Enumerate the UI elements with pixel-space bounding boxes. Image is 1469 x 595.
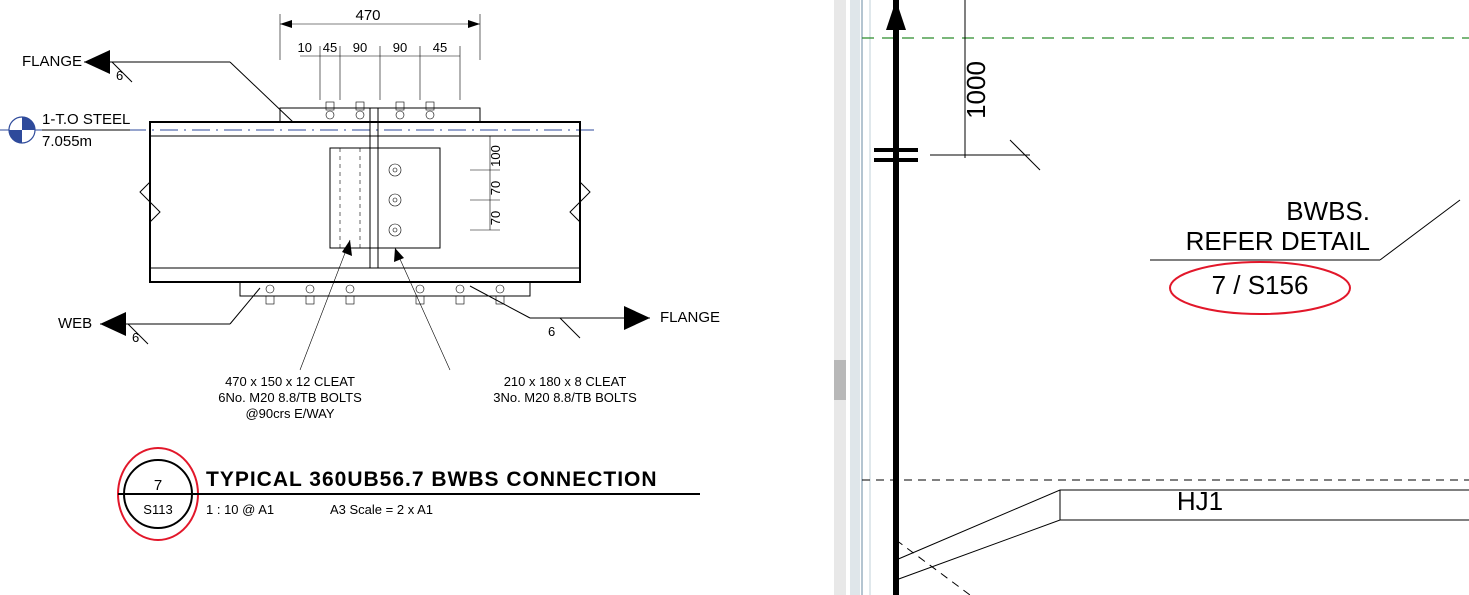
bottom-cleat: [240, 282, 530, 296]
flange-tag-bottom: FLANGE 6: [470, 286, 720, 339]
svg-text:100: 100: [488, 145, 503, 167]
arrow-head-icon: [84, 50, 110, 74]
svg-text:6: 6: [132, 330, 139, 345]
title-scale-a: 1 : 10 @ A1: [206, 502, 274, 517]
bottom-bolt-row: [266, 285, 504, 304]
svg-text:70: 70: [488, 181, 503, 195]
beam-outline: [150, 122, 580, 282]
upper-flange-plate: [280, 108, 480, 122]
view-right: 1000 BWBS. REFER DETAIL 7 / S156 HJ1: [850, 0, 1469, 595]
cleat1-line1: 470 x 150 x 12 CLEAT: [225, 374, 355, 389]
arrow-head-icon: [100, 312, 126, 336]
svg-text:FLANGE: FLANGE: [660, 309, 720, 326]
detail-left: 1-T.O STEEL 7.055m FLANGE 6: [0, 7, 720, 540]
splitter-grip-icon: [834, 360, 846, 400]
title-scale-b: A3 Scale = 2 x A1: [330, 502, 433, 517]
svg-text:45: 45: [323, 40, 337, 55]
drawing-canvas: 1-T.O STEEL 7.055m FLANGE 6: [0, 0, 1469, 595]
svg-text:FLANGE: FLANGE: [22, 53, 82, 70]
cleat2-line1: 210 x 180 x 8 CLEAT: [504, 374, 627, 389]
svg-text:470: 470: [355, 7, 380, 24]
svg-text:6: 6: [116, 68, 123, 83]
web-cleat: [330, 148, 440, 248]
dim-row-2: 10 45 90 90 45: [298, 40, 460, 100]
svg-text:45: 45: [433, 40, 447, 55]
svg-text:90: 90: [353, 40, 367, 55]
datum-label: 1-T.O STEEL: [42, 111, 130, 128]
cleat1-line3: @90crs E/WAY: [245, 406, 334, 421]
arrow-up-icon: [886, 0, 906, 30]
dim-1000: 1000: [930, 0, 1040, 170]
datum-value: 7.055m: [42, 133, 92, 150]
svg-text:REFER DETAIL: REFER DETAIL: [1186, 226, 1370, 256]
svg-text:6: 6: [548, 324, 555, 339]
top-bolt-row: [326, 102, 434, 119]
svg-text:WEB: WEB: [58, 315, 92, 332]
title-block: 7 S113 TYPICAL 360UB56.7 BWBS CONNECTION…: [118, 448, 700, 540]
title-sheet: S113: [143, 502, 172, 517]
arrow-head-icon: [624, 306, 650, 330]
svg-text:BWBS.: BWBS.: [1286, 196, 1370, 226]
callout-ref: 7 / S156: [1212, 270, 1309, 300]
svg-text:10: 10: [298, 40, 312, 55]
elevation-marker: [9, 117, 35, 143]
title-number: 7: [154, 477, 162, 494]
hj1-member: HJ1: [896, 486, 1469, 595]
cleat2-line2: 3No. M20 8.8/TB BOLTS: [493, 390, 637, 405]
cleat1-line2: 6No. M20 8.8/TB BOLTS: [218, 390, 362, 405]
svg-text:1000: 1000: [961, 61, 991, 119]
web-tag: WEB 6: [58, 288, 260, 345]
svg-text:70: 70: [488, 211, 503, 225]
bwbs-callout: BWBS. REFER DETAIL 7 / S156: [1150, 196, 1460, 314]
hj1-label: HJ1: [1177, 486, 1223, 516]
title-name: TYPICAL 360UB56.7 BWBS CONNECTION: [206, 468, 658, 491]
svg-text:90: 90: [393, 40, 407, 55]
pane-splitter[interactable]: [834, 0, 846, 595]
dim-vertical: 100 70 70: [470, 136, 503, 230]
